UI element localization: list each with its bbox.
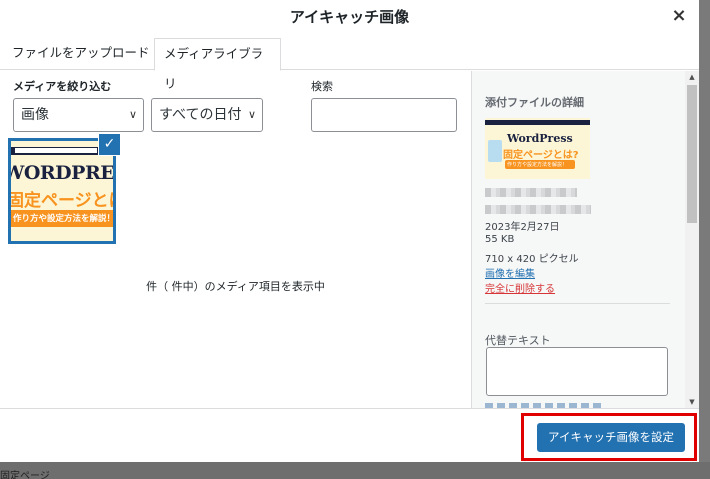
edit-image-link[interactable]: 画像を編集 <box>485 265 535 280</box>
search-input[interactable] <box>311 98 457 132</box>
media-count-text: 件（ 件中）のメディア項目を表示中 <box>146 280 325 293</box>
thumbnail-band-text: 作り方や設定方法を解説！ <box>13 214 116 224</box>
modal-toolbar: アイキャッチ画像を設定 <box>0 408 699 462</box>
details-divider <box>485 303 670 304</box>
scroll-down-icon[interactable]: ▼ <box>685 396 699 408</box>
upload-date: 2023年2月27日 <box>485 222 560 233</box>
media-date-value: すべての日付 <box>159 107 242 123</box>
blurred-filename <box>485 188 577 197</box>
thumbnail-browser-bar <box>15 148 97 153</box>
media-type-select[interactable]: 画像 ∨ <box>13 98 144 132</box>
thumbnail-title: WORDPRESS <box>8 162 115 184</box>
backdrop-text: 固定ページ <box>0 471 50 479</box>
details-thumb-illustration <box>488 140 502 162</box>
media-router-tabs: ファイルをアップロード メディアライブラリ <box>0 38 699 91</box>
thumbnail-subtitle: 固定ページとは <box>8 191 116 211</box>
details-thumbnail: WordPress 固定ページとは? 作り方や設定方法を解説！ <box>485 118 590 179</box>
sidebar-scrollbar[interactable]: ▲ ▼ <box>685 71 699 408</box>
details-title: 添付ファイルの詳細 <box>485 96 584 109</box>
modal-title: アイキャッチ画像 <box>289 8 410 26</box>
modal-header: アイキャッチ画像 × <box>0 0 699 32</box>
attachment-details-sidebar: 添付ファイルの詳細 WordPress 固定ページとは? 作り方や設定方法を解説… <box>471 71 699 408</box>
filter-label: メディアを絞り込む <box>13 80 112 93</box>
media-type-value: 画像 <box>21 107 49 123</box>
set-featured-image-button[interactable]: アイキャッチ画像を設定 <box>537 423 685 452</box>
scroll-thumb[interactable] <box>687 85 697 223</box>
media-date-select[interactable]: すべての日付 ∨ <box>151 98 263 132</box>
alt-text-label: 代替テキスト <box>485 334 551 347</box>
chevron-down-icon: ∨ <box>128 108 137 121</box>
delete-permanently-link[interactable]: 完全に削除する <box>485 280 555 295</box>
image-dimensions: 710 x 420 ピクセル <box>485 254 579 265</box>
chevron-down-icon: ∨ <box>247 108 256 121</box>
tab-upload-files[interactable]: ファイルをアップロード <box>3 38 159 70</box>
search-label: 検索 <box>311 80 333 93</box>
tab-media-library[interactable]: メディアライブラリ <box>154 38 281 91</box>
backdrop <box>0 462 710 479</box>
blurred-filename-2 <box>485 205 591 214</box>
details-thumb-title: WordPress <box>507 132 573 145</box>
checkmark-icon[interactable]: ✓ <box>98 133 121 156</box>
featured-image-modal: アイキャッチ画像 × ファイルをアップロード メディアライブラリ メディアを絞り… <box>0 0 699 462</box>
file-size: 55 KB <box>485 234 515 245</box>
details-thumb-subtitle: 固定ページとは? <box>503 150 579 161</box>
alt-text-field[interactable] <box>486 347 668 396</box>
scroll-up-icon[interactable]: ▲ <box>685 71 699 83</box>
close-icon[interactable]: × <box>669 6 689 26</box>
details-thumb-band-text: 作り方や設定方法を解説！ <box>507 162 568 168</box>
details-thumb-bar <box>485 120 590 125</box>
